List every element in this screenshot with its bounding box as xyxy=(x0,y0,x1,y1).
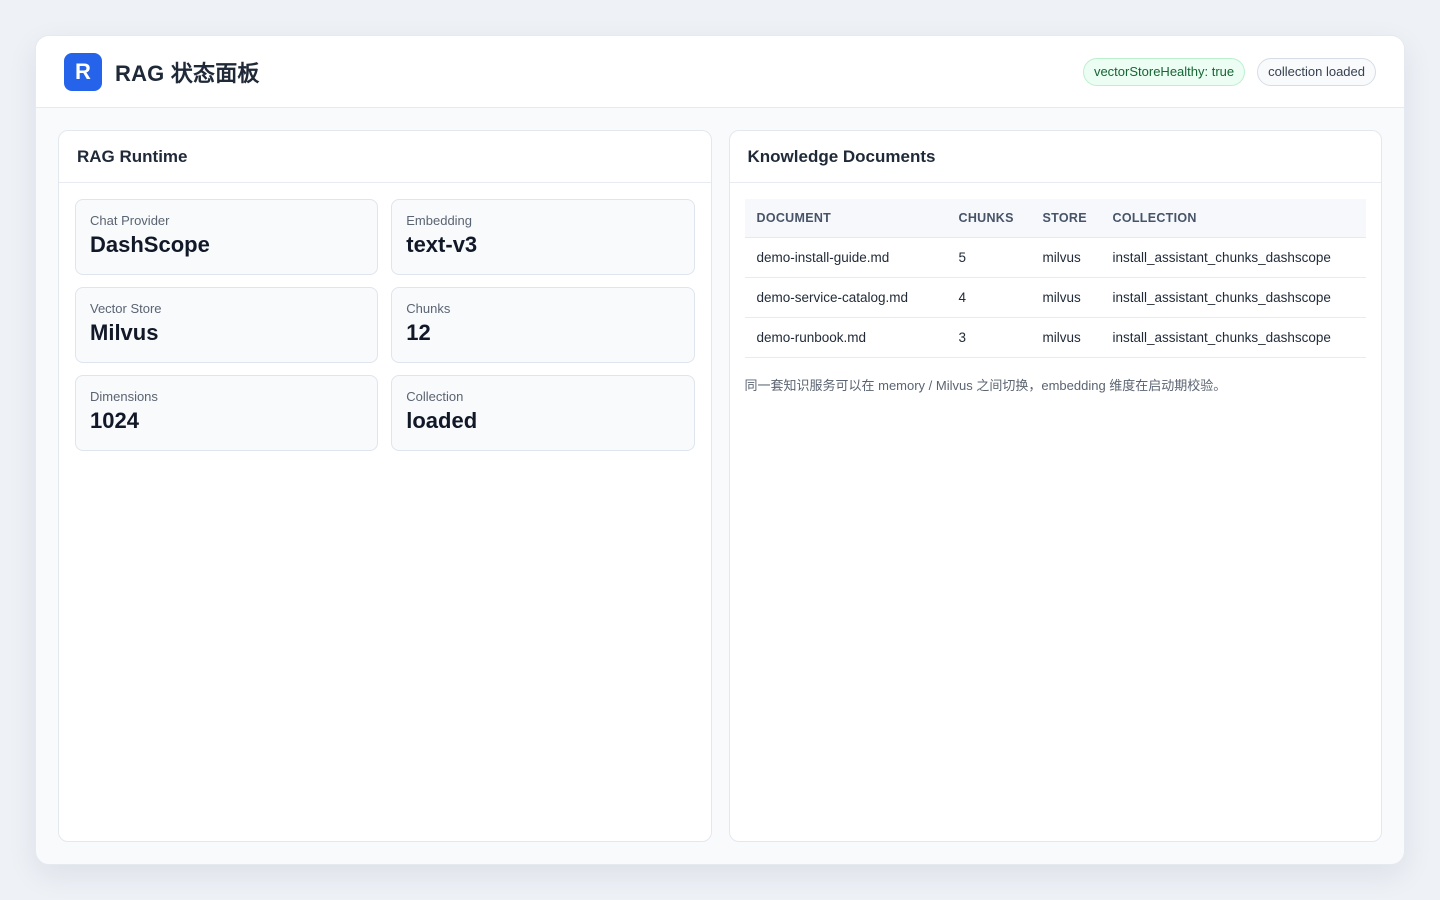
dashboard-window: R RAG 状态面板 vectorStoreHealthy: true coll… xyxy=(35,35,1405,865)
stat-card-collection: Collection loaded xyxy=(391,375,695,451)
panel-title: Knowledge Documents xyxy=(729,131,1381,183)
column-header-store: STORE xyxy=(1030,199,1101,238)
rag-runtime-panel: RAG Runtime Chat Provider DashScope Embe… xyxy=(58,130,712,842)
stat-value: text-v3 xyxy=(406,232,478,257)
status-badges: vectorStoreHealthy: true collection load… xyxy=(1082,57,1376,86)
column-header-chunks: CHUNKS xyxy=(946,199,1031,238)
stat-value: loaded xyxy=(406,408,478,433)
documents-note: 同一套知识服务可以在 memory / Milvus 之间切换，embeddin… xyxy=(744,377,1227,393)
stat-label: Collection xyxy=(406,389,464,404)
table-row: demo-service-catalog.md 4 milvus install… xyxy=(744,277,1366,318)
stat-value: 12 xyxy=(406,320,431,345)
cell-chunks: 4 xyxy=(946,277,1031,318)
content-panels: RAG Runtime Chat Provider DashScope Embe… xyxy=(58,130,1382,842)
stat-card-chunks: Chunks 12 xyxy=(391,287,695,363)
stat-card-chat-provider: Chat Provider DashScope xyxy=(75,199,379,275)
collection-status-badge: collection loaded xyxy=(1257,57,1376,86)
knowledge-documents-panel: Knowledge Documents DOCUMENT CHUNKS STOR… xyxy=(728,130,1382,842)
vector-store-health-badge: vectorStoreHealthy: true xyxy=(1082,57,1246,86)
table-row: demo-runbook.md 3 milvus install_assista… xyxy=(744,317,1366,358)
cell-document: demo-runbook.md xyxy=(744,317,947,358)
stat-card-dimensions: Dimensions 1024 xyxy=(75,375,379,451)
table-header-row: DOCUMENT CHUNKS STORE COLLECTION xyxy=(744,199,1366,238)
brand: R RAG 状态面板 xyxy=(64,52,260,91)
column-header-document: DOCUMENT xyxy=(744,199,947,238)
documents-table-wrap: DOCUMENT CHUNKS STORE COLLECTION demo-in… xyxy=(730,183,1382,394)
app-header: R RAG 状态面板 vectorStoreHealthy: true coll… xyxy=(36,36,1404,108)
cell-document: demo-install-guide.md xyxy=(744,237,947,278)
cell-document: demo-service-catalog.md xyxy=(744,277,947,318)
panel-title: RAG Runtime xyxy=(59,131,711,183)
column-header-collection: COLLECTION xyxy=(1100,199,1366,238)
stat-label: Chat Provider xyxy=(90,213,170,228)
app-logo: R xyxy=(64,52,102,91)
stat-value: Milvus xyxy=(90,320,159,345)
stat-card-embedding: Embedding text-v3 xyxy=(391,199,695,275)
cell-store: milvus xyxy=(1030,237,1101,278)
stat-label: Vector Store xyxy=(90,301,162,316)
runtime-stats-grid: Chat Provider DashScope Embedding text-v… xyxy=(59,183,711,467)
stat-value: 1024 xyxy=(90,408,139,433)
stat-card-vector-store: Vector Store Milvus xyxy=(75,287,379,363)
cell-collection: install_assistant_chunks_dashscope xyxy=(1100,317,1366,358)
cell-chunks: 5 xyxy=(946,237,1031,278)
page-title: RAG 状态面板 xyxy=(115,60,260,86)
cell-collection: install_assistant_chunks_dashscope xyxy=(1100,277,1366,318)
stat-label: Embedding xyxy=(406,213,473,228)
documents-table: DOCUMENT CHUNKS STORE COLLECTION demo-in… xyxy=(744,199,1366,358)
cell-collection: install_assistant_chunks_dashscope xyxy=(1100,237,1366,278)
stat-label: Dimensions xyxy=(90,389,158,404)
cell-store: milvus xyxy=(1030,277,1101,318)
cell-store: milvus xyxy=(1030,317,1101,358)
cell-chunks: 3 xyxy=(946,317,1031,358)
table-row: demo-install-guide.md 5 milvus install_a… xyxy=(744,237,1366,278)
stat-label: Chunks xyxy=(406,301,451,316)
stat-value: DashScope xyxy=(90,232,210,257)
